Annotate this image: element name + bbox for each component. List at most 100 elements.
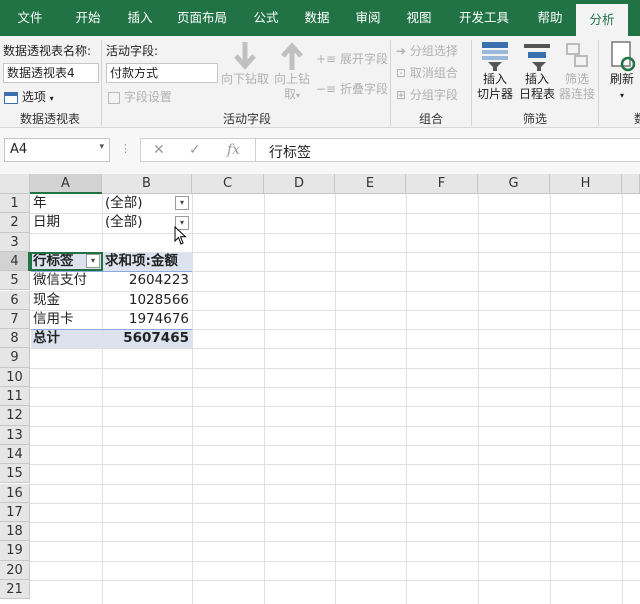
- ungroup-button[interactable]: ⊡ 取消组合: [396, 64, 458, 81]
- column-header-f[interactable]: F: [406, 174, 478, 194]
- filter-dropdown-year[interactable]: ▾: [175, 196, 189, 210]
- insert-timeline-label-2: 日程表: [518, 87, 555, 101]
- row-header[interactable]: 4: [0, 251, 30, 272]
- column-header-h[interactable]: H: [550, 174, 622, 194]
- filter-connections-button[interactable]: 筛选 器连接: [558, 40, 596, 102]
- row-header[interactable]: 18: [0, 522, 30, 542]
- collapse-field-button[interactable]: −≡ 折叠字段: [316, 80, 388, 97]
- row-header[interactable]: 6: [0, 290, 30, 310]
- filter-field-year[interactable]: 年: [30, 194, 50, 213]
- ribbon-separator: [598, 40, 599, 126]
- pivot-row-label[interactable]: 现金: [30, 291, 63, 310]
- column-header-e[interactable]: E: [335, 174, 406, 194]
- name-box[interactable]: A4 ▾: [4, 138, 110, 162]
- slicer-icon: [482, 42, 508, 71]
- ribbon-separator: [101, 40, 102, 126]
- tab-home[interactable]: 开始: [60, 0, 116, 36]
- pivot-name-label: 数据透视表名称:: [3, 44, 92, 58]
- row-header[interactable]: 15: [0, 464, 30, 484]
- tab-review[interactable]: 审阅: [342, 0, 394, 36]
- insert-timeline-button[interactable]: 插入 日程表: [516, 40, 558, 102]
- filter-value-year[interactable]: (全部): [102, 194, 146, 213]
- column-header-a[interactable]: A: [30, 174, 102, 194]
- arrow-up-icon: [281, 42, 303, 70]
- pivot-grand-total-value[interactable]: 5607465: [102, 329, 192, 348]
- tab-view[interactable]: 视图: [394, 0, 444, 36]
- chevron-down-icon: ▾: [619, 91, 624, 100]
- row-header[interactable]: 14: [0, 444, 30, 465]
- cancel-icon[interactable]: ✕: [153, 142, 165, 158]
- gridline: [30, 522, 640, 524]
- refresh-button[interactable]: 刷新 ▾: [604, 40, 640, 103]
- row-header[interactable]: 8: [0, 329, 30, 349]
- tab-formulas[interactable]: 公式: [240, 0, 292, 36]
- column-header-g[interactable]: G: [478, 174, 550, 194]
- tab-developer[interactable]: 开发工具: [444, 0, 524, 36]
- filter-connections-icon: [566, 43, 588, 67]
- group-label-group: 组合: [418, 112, 443, 126]
- row-header[interactable]: 5: [0, 271, 30, 291]
- pivot-name-input[interactable]: 数据透视表4: [3, 63, 99, 83]
- expand-field-button[interactable]: +≡ 展开字段: [316, 50, 388, 67]
- gridline: [30, 232, 640, 234]
- pivot-row-value[interactable]: 1974676: [102, 310, 192, 329]
- column-header-c[interactable]: C: [192, 174, 264, 194]
- chevron-down-icon[interactable]: ▾: [99, 142, 104, 152]
- worksheet-grid[interactable]: A B C D E F G H 1 2 3 4 5 6 7 8 9 10 11 …: [0, 174, 640, 604]
- row-header[interactable]: 21: [0, 580, 30, 600]
- drill-down-button[interactable]: 向下钻取: [218, 40, 272, 87]
- row-header[interactable]: 20: [0, 560, 30, 580]
- pivot-row-label[interactable]: 微信支付: [30, 271, 90, 290]
- group-field-button[interactable]: ⊞ 分组字段: [396, 86, 458, 103]
- select-all-corner[interactable]: [0, 174, 30, 194]
- pivot-row-value[interactable]: 1028566: [102, 291, 192, 310]
- column-header-d[interactable]: D: [264, 174, 335, 194]
- column-header-partial[interactable]: [622, 174, 640, 194]
- insert-slicer-button[interactable]: 插入 切片器: [474, 40, 516, 102]
- column-header-b[interactable]: B: [102, 174, 192, 194]
- pivot-row-value[interactable]: 2604223: [102, 271, 192, 290]
- gridline: [192, 194, 193, 604]
- gridline: [30, 502, 640, 504]
- insert-function-icon[interactable]: fx: [227, 142, 240, 158]
- row-header[interactable]: 17: [0, 502, 30, 523]
- row-header[interactable]: 10: [0, 367, 30, 387]
- collapse-field-label: 折叠字段: [339, 82, 388, 96]
- tab-insert[interactable]: 插入: [116, 0, 164, 36]
- active-field-input[interactable]: 付款方式: [106, 63, 218, 83]
- row-header[interactable]: 16: [0, 483, 30, 503]
- row-header[interactable]: 2: [0, 213, 30, 233]
- filter-field-date[interactable]: 日期: [30, 213, 63, 232]
- tab-file[interactable]: 文件: [0, 0, 60, 36]
- name-box-value: A4: [10, 142, 28, 157]
- row-header[interactable]: 3: [0, 232, 30, 252]
- drill-up-button[interactable]: 向上钻 取▾: [272, 40, 312, 103]
- row-header[interactable]: 7: [0, 309, 30, 330]
- refresh-icon: [611, 41, 636, 72]
- field-settings-button[interactable]: 字段设置: [108, 88, 172, 105]
- row-header[interactable]: 19: [0, 541, 30, 561]
- pivot-row-label[interactable]: 信用卡: [30, 310, 77, 329]
- group-selection-button[interactable]: ➔ 分组选择: [396, 42, 458, 59]
- row-header[interactable]: 13: [0, 425, 30, 445]
- options-button[interactable]: 选项 ▾: [4, 88, 54, 105]
- insert-slicer-label-1: 插入: [482, 72, 507, 86]
- table-icon: [4, 91, 18, 104]
- gridline: [622, 194, 623, 604]
- pivot-values-header[interactable]: 求和项:金额: [102, 252, 181, 271]
- row-labels-filter-button[interactable]: ▾: [86, 254, 100, 268]
- filter-value-date[interactable]: (全部): [102, 213, 146, 232]
- tab-page-layout[interactable]: 页面布局: [164, 0, 240, 36]
- enter-icon[interactable]: ✓: [189, 142, 201, 158]
- formula-input[interactable]: ✕ ✓ fx 行标签: [140, 138, 640, 162]
- gridline: [406, 194, 407, 604]
- tab-analyze[interactable]: 分析: [576, 4, 628, 36]
- row-header[interactable]: 12: [0, 406, 30, 426]
- vertical-dots-icon[interactable]: ⋮: [120, 142, 131, 155]
- row-header[interactable]: 11: [0, 387, 30, 407]
- pivot-grand-total-label[interactable]: 总计: [30, 329, 63, 348]
- row-header[interactable]: 1: [0, 194, 30, 214]
- tab-data[interactable]: 数据: [292, 0, 342, 36]
- row-header[interactable]: 9: [0, 348, 30, 368]
- tab-help[interactable]: 帮助: [524, 0, 576, 36]
